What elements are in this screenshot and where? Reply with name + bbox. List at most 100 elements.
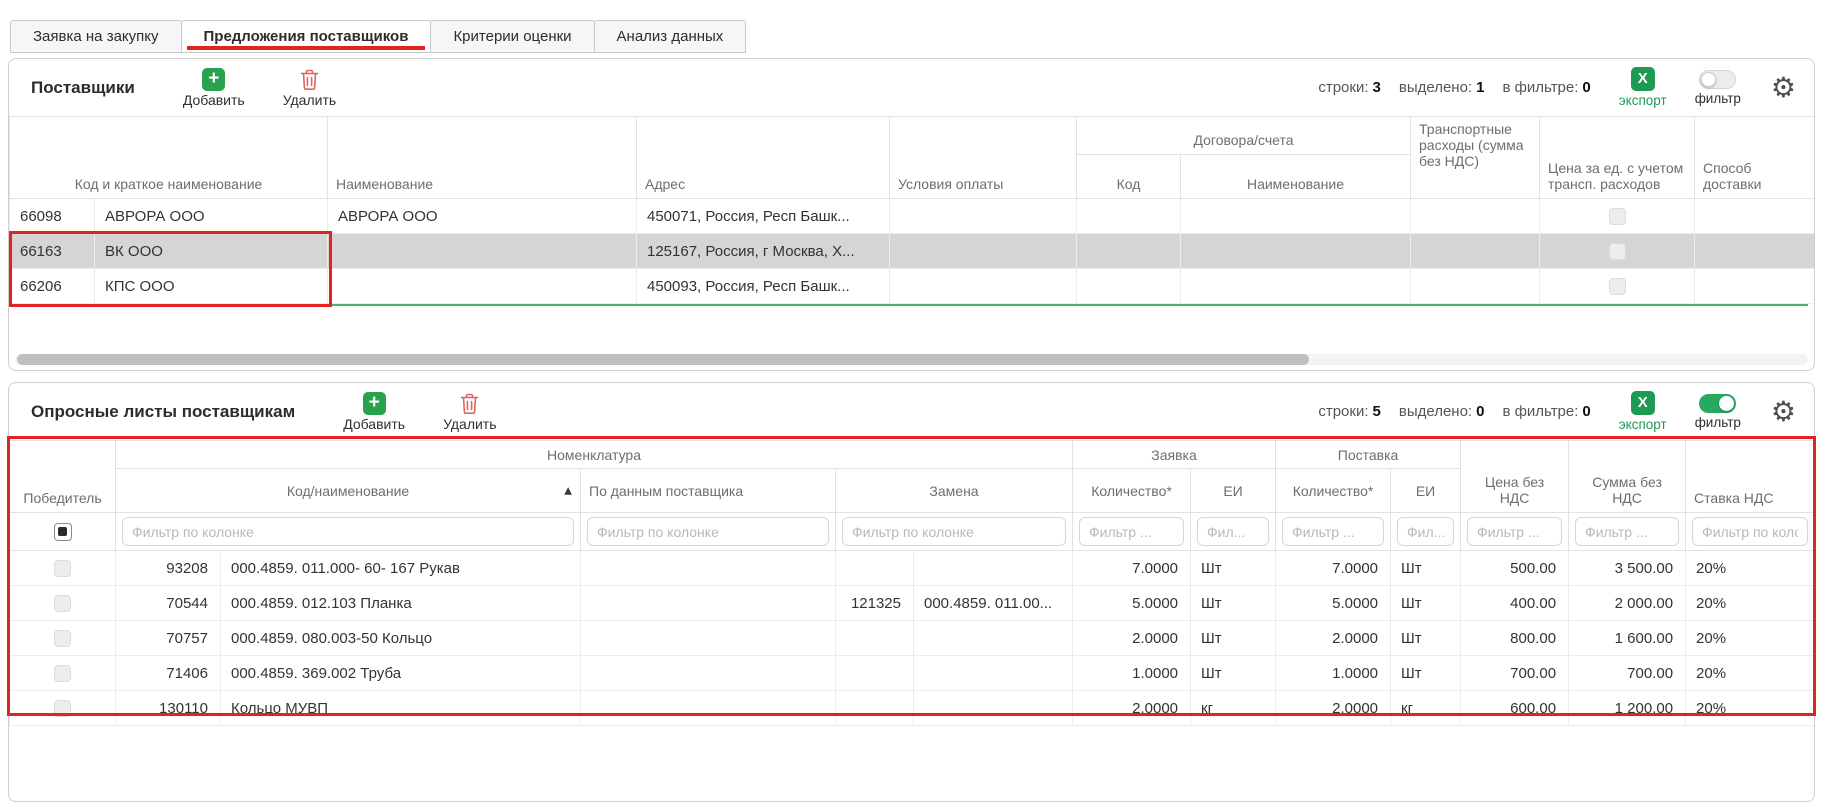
filter-input-unit-request[interactable]: [1197, 517, 1269, 546]
sheet-row-0[interactable]: 93208 000.4859. 011.000- 60- 167 Рукав 7…: [10, 551, 1815, 586]
add-supplier-button[interactable]: + Добавить: [183, 68, 245, 108]
gear-icon[interactable]: ⚙: [1771, 398, 1796, 426]
export-button[interactable]: X экспорт: [1619, 391, 1667, 432]
add-sheet-button[interactable]: + Добавить: [343, 392, 405, 432]
winner-checkbox[interactable]: [54, 630, 71, 647]
col-header-by-supplier[interactable]: По данным поставщика: [581, 469, 836, 513]
cell-address: 125167, Россия, г Москва, Х...: [637, 234, 890, 269]
col-header-code-short[interactable]: Код и краткое наименование: [10, 117, 328, 199]
cell-address: 450093, Россия, Респ Башк...: [637, 269, 890, 304]
filter-winner-cell: [10, 513, 116, 551]
cell-qty-request: 7.0000: [1073, 551, 1191, 586]
cell-unit-request: кг: [1191, 691, 1276, 726]
delete-supplier-button[interactable]: Удалить: [283, 68, 336, 108]
export-button[interactable]: X экспорт: [1619, 67, 1667, 108]
suppliers-header-controls: строки:3 выделено:1 в фильтре:0 X экспор…: [1318, 67, 1796, 108]
col-header-replacement[interactable]: Замена: [836, 469, 1073, 513]
cell-repl-code: 121325: [836, 586, 914, 621]
col-header-delivery[interactable]: Способ доставки: [1695, 117, 1815, 199]
cell-name: АВРОРА ООО: [328, 199, 637, 234]
plus-icon: +: [202, 68, 225, 91]
questionnaires-table: Победитель Номенклатура Заявка Поставка …: [9, 440, 1815, 726]
supplier-row-1[interactable]: 66163 ВК ООО 125167, Россия, г Москва, Х…: [10, 234, 1815, 269]
sheet-row-4[interactable]: 130110 Кольцо МУВП 2.0000 кг 2.0000 кг 6…: [10, 691, 1815, 726]
winner-checkbox[interactable]: [54, 560, 71, 577]
cell-vat: 20%: [1686, 621, 1815, 656]
gear-icon[interactable]: ⚙: [1771, 74, 1796, 102]
cell-repl-name: [914, 691, 1073, 726]
cell-sum: 1 200.00: [1569, 691, 1686, 726]
col-header-payment[interactable]: Условия оплаты: [890, 117, 1077, 199]
col-header-contract-name[interactable]: Наименование: [1181, 155, 1411, 199]
cell-repl-name: 000.4859. 011.00...: [914, 586, 1073, 621]
filter-input-sum[interactable]: [1575, 517, 1679, 546]
cell-repl-code: [836, 656, 914, 691]
filter-code-name-cell: [116, 513, 581, 551]
cell-repl-name: [914, 621, 1073, 656]
cell-delivery: [1695, 199, 1815, 234]
col-header-name[interactable]: Наименование: [328, 117, 637, 199]
col-header-qty-request[interactable]: Количество*: [1073, 469, 1191, 513]
cell-repl-name: [914, 656, 1073, 691]
col-header-contract-code[interactable]: Код: [1077, 155, 1181, 199]
filter-input-vat[interactable]: [1692, 517, 1808, 546]
cell-short-name: ВК ООО: [95, 234, 328, 269]
sheet-row-2[interactable]: 70757 000.4859. 080.003-50 Кольцо 2.0000…: [10, 621, 1815, 656]
col-header-transport[interactable]: Транспортные расходы (сумма без НДС): [1411, 117, 1540, 199]
filter-input-qty-request[interactable]: [1079, 517, 1184, 546]
tab-evaluation-criteria[interactable]: Критерии оценки: [430, 20, 594, 53]
select-all-checkbox[interactable]: [54, 523, 72, 541]
col-header-unit-price[interactable]: Цена за ед. с учетом трансп. расходов: [1540, 117, 1695, 199]
tab-data-analysis[interactable]: Анализ данных: [594, 20, 747, 53]
filter-input-replacement[interactable]: [842, 517, 1066, 546]
cell-unit-delivery: Шт: [1391, 551, 1461, 586]
filter-input-by-supplier[interactable]: [587, 517, 829, 546]
unit-price-checkbox[interactable]: [1609, 243, 1626, 260]
sheet-row-1[interactable]: 70544 000.4859. 012.103 Планка 121325 00…: [10, 586, 1815, 621]
tab-supplier-offers-label: Предложения поставщиков: [204, 28, 409, 45]
export-label: экспорт: [1619, 417, 1667, 432]
col-header-unit-delivery[interactable]: ЕИ: [1391, 469, 1461, 513]
selected-count: выделено:0: [1399, 403, 1485, 420]
filter-unit-delivery-cell: [1391, 513, 1461, 551]
col-header-code-name[interactable]: Код/наименование ▲: [116, 469, 581, 513]
col-header-winner[interactable]: Победитель: [10, 441, 116, 513]
cell-price: 800.00: [1461, 621, 1569, 656]
unit-price-checkbox[interactable]: [1609, 208, 1626, 225]
col-header-price[interactable]: Цена без НДС: [1461, 441, 1569, 513]
cell-sum: 700.00: [1569, 656, 1686, 691]
winner-checkbox[interactable]: [54, 700, 71, 717]
cell-code: 70544: [116, 586, 221, 621]
horizontal-scrollbar-track: [15, 354, 1808, 365]
filter-toggle[interactable]: [1699, 394, 1736, 413]
export-label: экспорт: [1619, 93, 1667, 108]
filter-sum-cell: [1569, 513, 1686, 551]
cell-qty-delivery: 5.0000: [1276, 586, 1391, 621]
filter-input-qty-delivery[interactable]: [1282, 517, 1384, 546]
delete-sheet-button[interactable]: Удалить: [443, 392, 496, 432]
col-header-vat[interactable]: Ставка НДС: [1686, 441, 1815, 513]
horizontal-scrollbar-thumb[interactable]: [17, 354, 1309, 365]
supplier-row-2[interactable]: 66206 КПС ООО 450093, Россия, Респ Башк.…: [10, 269, 1815, 304]
col-header-qty-delivery[interactable]: Количество*: [1276, 469, 1391, 513]
col-header-unit-request[interactable]: ЕИ: [1191, 469, 1276, 513]
winner-checkbox[interactable]: [54, 595, 71, 612]
cell-qty-request: 2.0000: [1073, 621, 1191, 656]
tab-purchase-request[interactable]: Заявка на закупку: [10, 20, 182, 53]
filter-input-code-name[interactable]: [122, 517, 574, 546]
col-header-sum[interactable]: Сумма без НДС: [1569, 441, 1686, 513]
filter-toggle[interactable]: [1699, 70, 1736, 89]
col-header-address[interactable]: Адрес: [637, 117, 890, 199]
add-supplier-label: Добавить: [183, 92, 245, 108]
filter-input-unit-delivery[interactable]: [1397, 517, 1454, 546]
supplier-row-0[interactable]: 66098 АВРОРА ООО АВРОРА ООО 450071, Росс…: [10, 199, 1815, 234]
cell-contract-name: [1181, 234, 1411, 269]
tab-supplier-offers[interactable]: Предложения поставщиков: [181, 20, 432, 53]
filter-input-price[interactable]: [1467, 517, 1562, 546]
winner-checkbox[interactable]: [54, 665, 71, 682]
toggle-knob: [1701, 72, 1716, 87]
unit-price-checkbox[interactable]: [1609, 278, 1626, 295]
sheet-row-3[interactable]: 71406 000.4859. 369.002 Труба 1.0000 Шт …: [10, 656, 1815, 691]
cell-by-supplier: [581, 656, 836, 691]
cell-vat: 20%: [1686, 586, 1815, 621]
